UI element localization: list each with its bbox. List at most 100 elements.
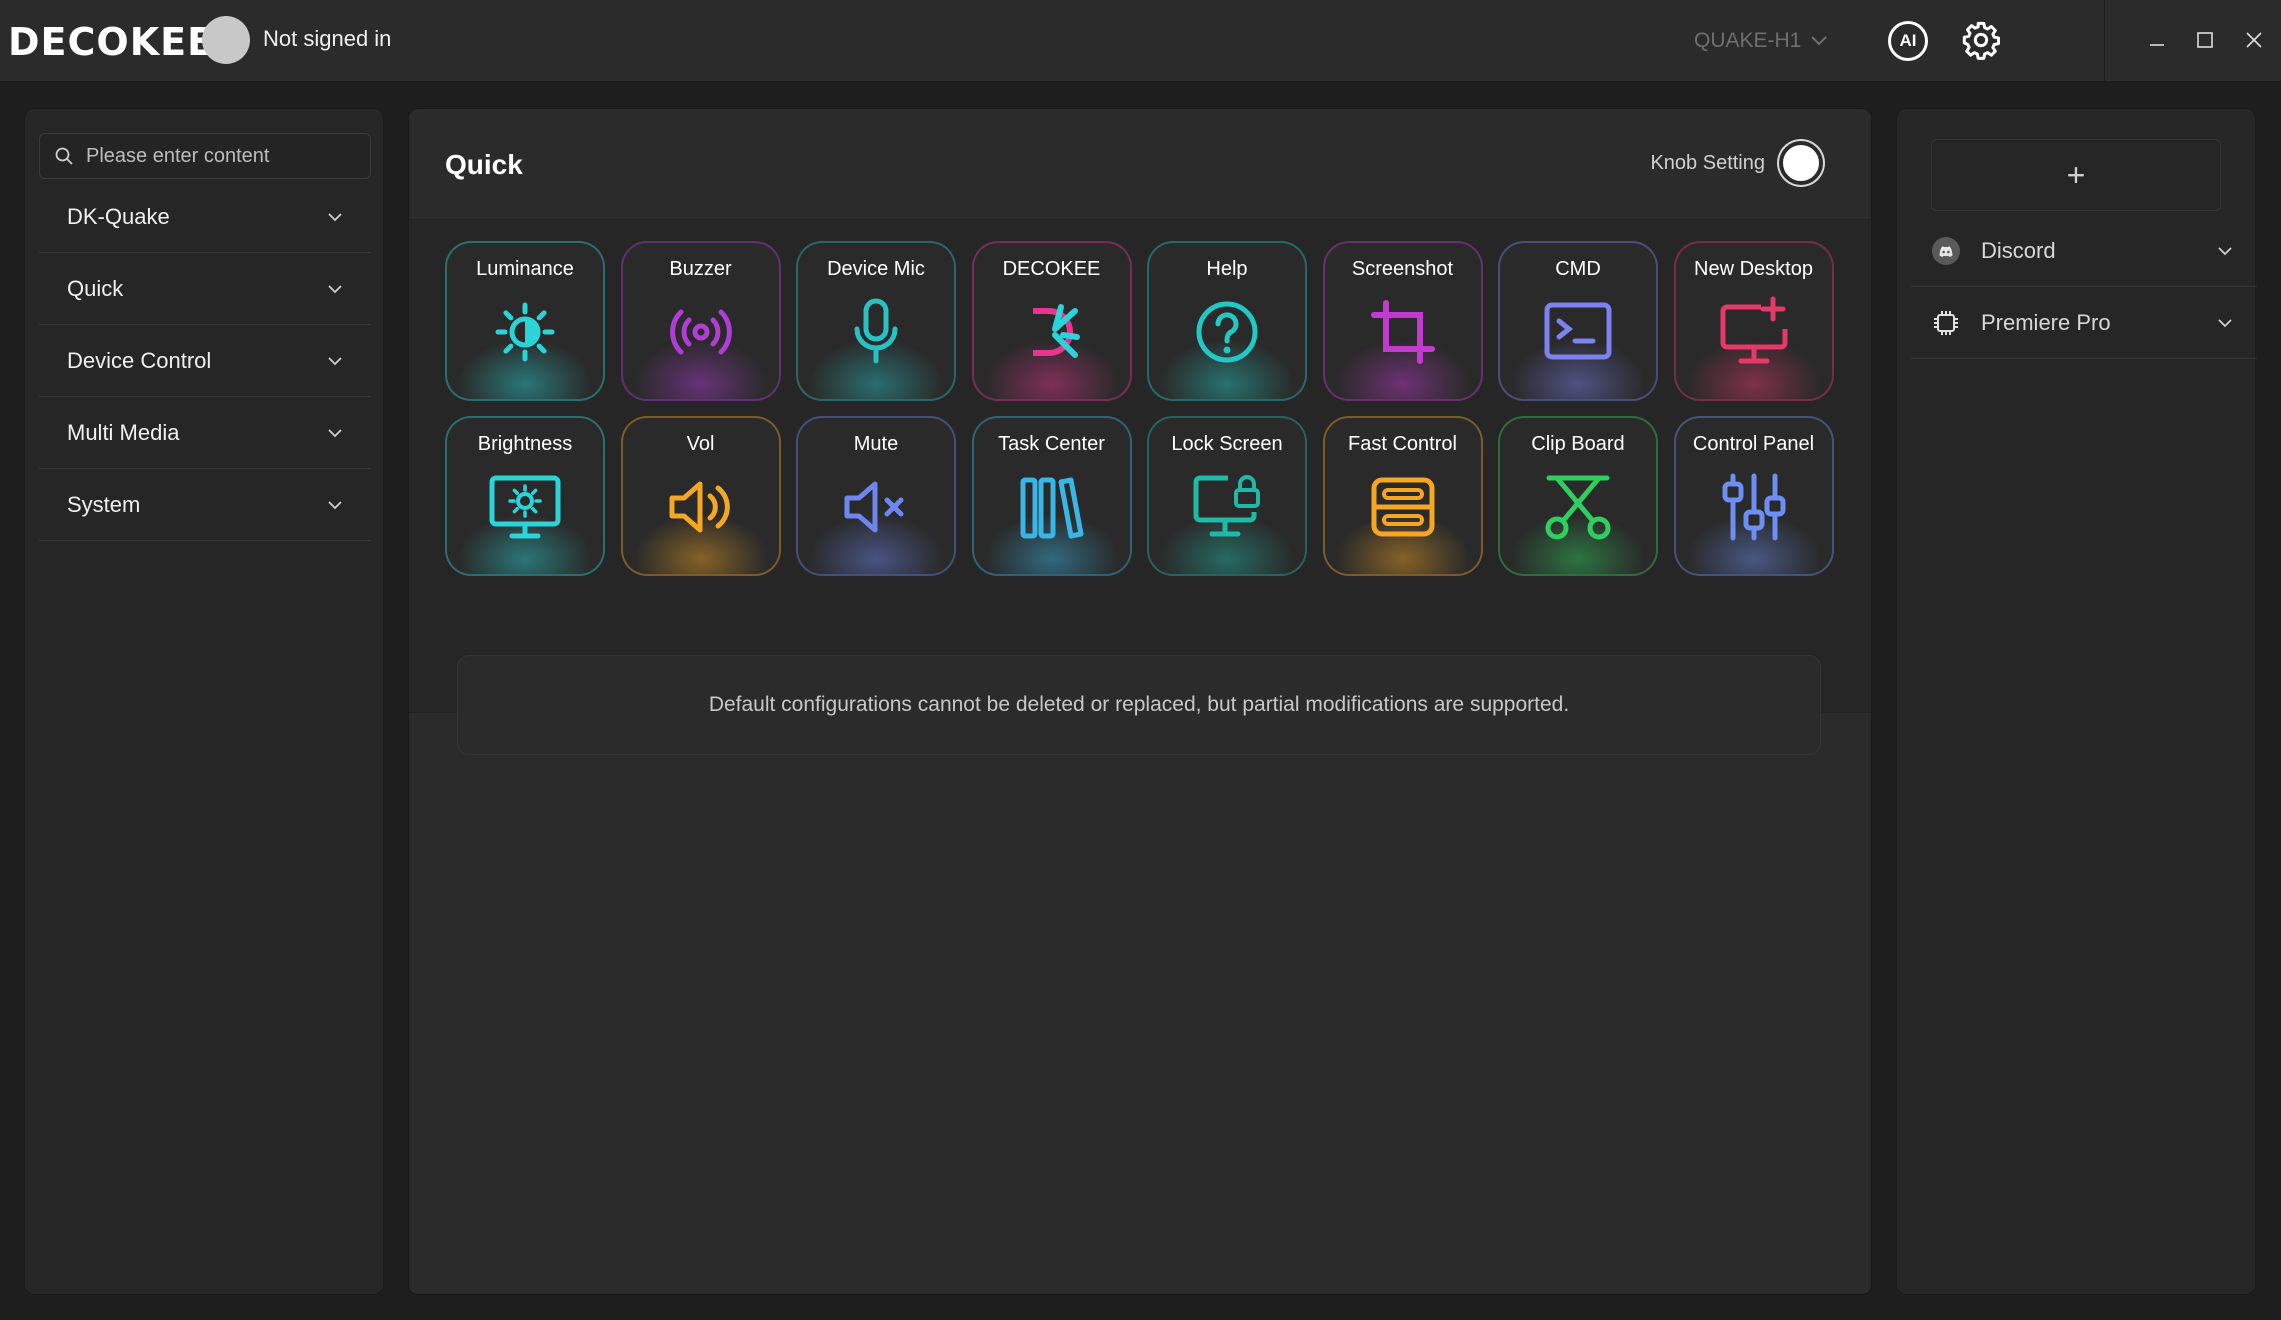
category-quick[interactable]: Quick bbox=[39, 253, 371, 325]
action-tile[interactable]: DECOKEE bbox=[971, 241, 1132, 401]
device-name: QUAKE-H1 bbox=[1694, 29, 1802, 52]
sliders-icon bbox=[1722, 473, 1785, 541]
fast-control-icon bbox=[1371, 477, 1434, 537]
tile-label: Help bbox=[1206, 258, 1248, 280]
ai-button[interactable]: AI bbox=[1888, 21, 1928, 61]
chevron-down-icon bbox=[328, 356, 342, 365]
sun-icon bbox=[495, 302, 555, 362]
terminal-icon bbox=[1544, 302, 1612, 360]
tile-label: Fast Control bbox=[1348, 433, 1457, 455]
chevron-down-icon bbox=[328, 500, 342, 509]
monitor-brightness-icon bbox=[489, 475, 561, 539]
chevron-down-icon bbox=[2218, 318, 2232, 327]
knob-setting: Knob Setting bbox=[1650, 141, 1823, 185]
tile-label: Task Center bbox=[998, 433, 1105, 455]
chevron-down-icon bbox=[328, 284, 342, 293]
mute-icon bbox=[844, 481, 904, 533]
chevron-down-icon bbox=[328, 428, 342, 437]
help-icon bbox=[1196, 301, 1258, 363]
action-tile[interactable]: Buzzer bbox=[620, 241, 781, 401]
category-device-control[interactable]: Device Control bbox=[39, 325, 371, 397]
minimize-button[interactable] bbox=[2139, 22, 2175, 58]
category-multi-media[interactable]: Multi Media bbox=[39, 397, 371, 469]
category-dk-quake[interactable]: DK-Quake bbox=[39, 181, 371, 253]
category-label: Device Control bbox=[67, 347, 212, 373]
chip-icon bbox=[1934, 310, 1958, 335]
action-tile-grid: Luminance Buzzer Device Mic DECOKEE Help Scre… bbox=[445, 241, 1834, 576]
category-label: Multi Media bbox=[67, 419, 180, 445]
tile-label: Device Mic bbox=[827, 258, 925, 280]
titlebar-divider bbox=[2104, 0, 2105, 82]
category-label: System bbox=[67, 491, 141, 517]
page-title: Quick bbox=[445, 149, 523, 180]
action-tile[interactable]: CMD bbox=[1498, 241, 1658, 401]
category-system[interactable]: System bbox=[39, 469, 371, 541]
user-status[interactable]: Not signed in bbox=[263, 24, 391, 54]
lock-screen-icon bbox=[1193, 475, 1260, 537]
tile-label: Control Panel bbox=[1692, 433, 1815, 455]
tile-label: CMD bbox=[1555, 258, 1601, 280]
action-tile[interactable]: Control Panel bbox=[1673, 416, 1834, 576]
scissors-icon bbox=[1545, 475, 1611, 540]
action-tile[interactable]: Brightness bbox=[445, 416, 605, 576]
app-logo: DECOKEE bbox=[8, 20, 215, 64]
tile-label: Screenshot bbox=[1351, 258, 1454, 280]
action-tile[interactable]: Help bbox=[1147, 241, 1307, 401]
action-tile[interactable]: Vol bbox=[620, 416, 781, 576]
app-profile-list: Discord Premiere Pro bbox=[1911, 215, 2257, 359]
action-tile[interactable]: Luminance bbox=[445, 241, 605, 401]
action-tile[interactable]: Fast Control bbox=[1322, 416, 1483, 576]
app-name: Discord bbox=[1981, 237, 2056, 263]
category-list: DK-Quake Quick Device Control Multi Medi… bbox=[39, 181, 371, 541]
maximize-icon bbox=[2197, 32, 2213, 48]
search-icon bbox=[55, 147, 73, 165]
quick-panel: Quick Knob Setting Luminance Buzzer Device… bbox=[408, 108, 1872, 1295]
avatar[interactable] bbox=[202, 16, 250, 64]
minimize-icon bbox=[2150, 44, 2164, 46]
tile-label: Lock Screen bbox=[1171, 433, 1283, 455]
settings-button[interactable] bbox=[1961, 20, 2001, 60]
add-profile-button[interactable]: + bbox=[1931, 139, 2221, 211]
tile-label: New Desktop bbox=[1694, 258, 1813, 280]
new-desktop-icon bbox=[1720, 296, 1787, 364]
microphone-icon bbox=[854, 298, 898, 364]
tile-label: Buzzer bbox=[669, 258, 732, 280]
search-box[interactable] bbox=[39, 133, 371, 179]
category-label: Quick bbox=[67, 275, 124, 301]
tile-label: DECOKEE bbox=[1002, 258, 1101, 280]
chevron-down-icon bbox=[1811, 36, 1828, 46]
volume-icon bbox=[669, 481, 730, 533]
knob-setting-label: Knob Setting bbox=[1650, 151, 1765, 174]
action-tile[interactable]: Clip Board bbox=[1498, 416, 1658, 576]
category-panel: DK-Quake Quick Device Control Multi Medi… bbox=[24, 108, 384, 1295]
category-label: DK-Quake bbox=[67, 203, 170, 229]
discord-icon bbox=[1932, 236, 1960, 265]
search-input[interactable] bbox=[86, 144, 366, 168]
broadcast-icon bbox=[669, 309, 732, 355]
tile-label: Vol bbox=[686, 433, 715, 455]
decokee-logo-icon bbox=[1032, 304, 1080, 358]
action-tile[interactable]: Lock Screen bbox=[1147, 416, 1307, 576]
chevron-down-icon bbox=[328, 212, 342, 221]
tile-label: Clip Board bbox=[1531, 433, 1625, 455]
app-item-premiere-pro[interactable]: Premiere Pro bbox=[1911, 287, 2257, 359]
gear-icon bbox=[1962, 21, 2000, 60]
device-select[interactable]: QUAKE-H1 bbox=[1694, 26, 1828, 56]
knob-setting-toggle[interactable] bbox=[1779, 141, 1823, 185]
action-tile[interactable]: Task Center bbox=[971, 416, 1132, 576]
action-tile[interactable]: Screenshot bbox=[1322, 241, 1483, 401]
action-tile[interactable]: Mute bbox=[796, 416, 956, 576]
notice-message: Default configurations cannot be deleted… bbox=[457, 655, 1821, 755]
app-item-discord[interactable]: Discord bbox=[1911, 215, 2257, 287]
chevron-down-icon bbox=[2218, 246, 2232, 255]
title-bar: DECOKEE Not signed in QUAKE-H1 AI bbox=[0, 0, 2281, 82]
app-name: Premiere Pro bbox=[1981, 309, 2111, 335]
tile-label: Mute bbox=[853, 433, 899, 455]
task-center-icon bbox=[1020, 477, 1083, 539]
maximize-button[interactable] bbox=[2187, 22, 2223, 58]
app-profile-panel: + Discord Premiere Pro bbox=[1896, 108, 2257, 1295]
tile-label: Luminance bbox=[476, 258, 574, 280]
action-tile[interactable]: New Desktop bbox=[1673, 241, 1834, 401]
close-button[interactable] bbox=[2236, 22, 2272, 58]
action-tile[interactable]: Device Mic bbox=[796, 241, 956, 401]
